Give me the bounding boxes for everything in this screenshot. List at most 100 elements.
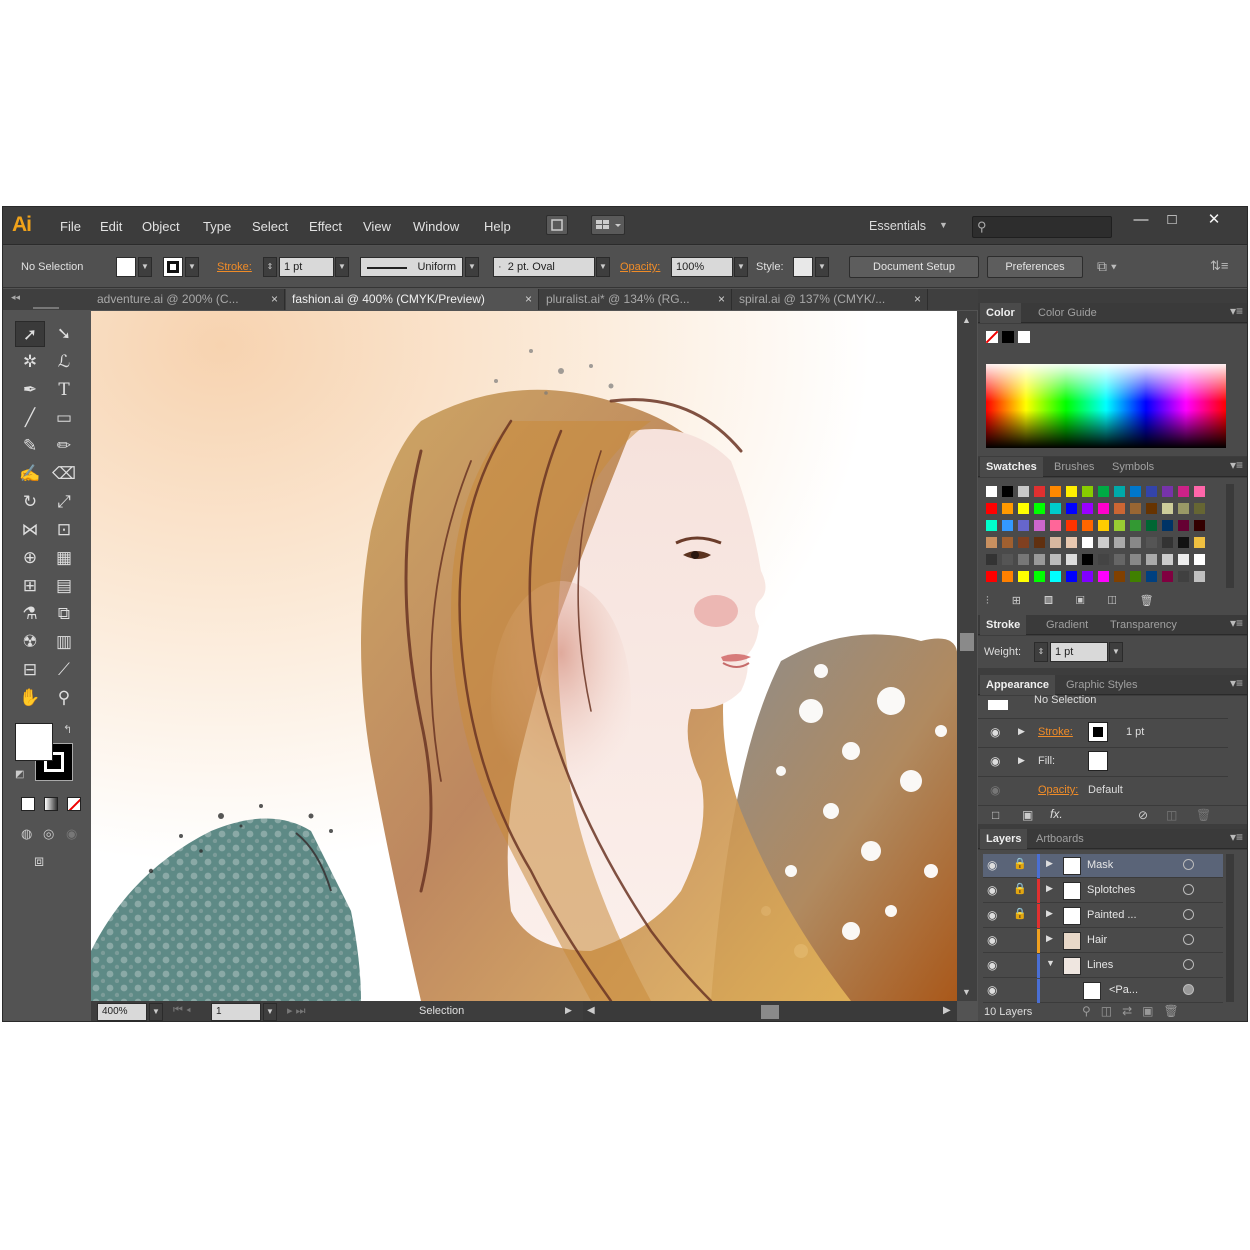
slice-tool-icon[interactable]: ⟋ — [49, 657, 79, 683]
symbol-sprayer-tool-icon[interactable]: ☢ — [15, 629, 45, 655]
brush-definition[interactable]: · 2 pt. Oval — [493, 257, 595, 277]
color-swatch[interactable] — [1018, 520, 1029, 531]
direct-selection-tool-icon[interactable]: ➘ — [49, 321, 79, 347]
clear-appearance-icon[interactable]: ⊘ — [1138, 808, 1148, 822]
layer-row-lines[interactable]: ◉ ▼ Lines — [983, 954, 1223, 978]
layer-name[interactable]: Mask — [1087, 859, 1113, 871]
next-artboard-icon[interactable]: ▸ ⏭ — [287, 1004, 305, 1018]
expand-triangle-icon[interactable]: ▶ — [1018, 726, 1025, 737]
color-swatch[interactable] — [1098, 503, 1109, 514]
color-swatch[interactable] — [1066, 520, 1077, 531]
eraser-tool-icon[interactable]: ⌫ — [49, 461, 79, 487]
color-swatch[interactable] — [1002, 537, 1013, 548]
align-icon[interactable]: ⧉ ▾ — [1097, 258, 1117, 275]
swatch-actions-icon[interactable]: ⫶ ⊞ ▤ ▣ ◫ 🗑 — [986, 594, 1164, 608]
color-swatch[interactable] — [1130, 571, 1141, 582]
menu-view[interactable]: View — [363, 219, 391, 234]
color-swatch[interactable] — [1178, 571, 1189, 582]
expand-triangle-icon[interactable]: ▶ — [1046, 858, 1053, 869]
target-circle-icon[interactable] — [1183, 859, 1194, 870]
color-swatch[interactable] — [1082, 520, 1093, 531]
graphic-style-swatch[interactable] — [793, 257, 813, 277]
color-swatch[interactable] — [1082, 554, 1093, 565]
color-swatch[interactable] — [1098, 520, 1109, 531]
tab-gradient[interactable]: Gradient — [1040, 615, 1094, 635]
color-swatch[interactable] — [1098, 486, 1109, 497]
visibility-eye-icon[interactable]: ◉ — [987, 858, 997, 872]
tab-spiral[interactable]: spiral.ai @ 137% (CMYK/... × — [733, 289, 928, 310]
weight-stepper[interactable]: ⇕ — [1034, 642, 1048, 662]
color-spectrum[interactable] — [986, 364, 1226, 448]
menu-file[interactable]: File — [60, 219, 81, 234]
artboard-dropdown[interactable]: ▼ — [263, 1003, 277, 1021]
close-icon[interactable]: × — [525, 289, 532, 309]
profile-dropdown[interactable]: ▼ — [465, 257, 479, 277]
panel-menu-icon[interactable]: ⇅≡ — [1210, 258, 1228, 274]
color-swatch[interactable] — [1066, 571, 1077, 582]
color-swatch[interactable] — [1146, 571, 1157, 582]
color-swatch[interactable] — [1194, 503, 1205, 514]
arrange-documents-icon[interactable] — [591, 215, 625, 235]
color-swatch[interactable] — [1114, 571, 1125, 582]
color-swatch[interactable] — [1130, 520, 1141, 531]
color-swatch[interactable] — [1066, 486, 1077, 497]
target-circle-icon[interactable] — [1183, 934, 1194, 945]
color-swatch[interactable] — [1194, 486, 1205, 497]
artboard-tool-icon[interactable]: ⊟ — [15, 657, 45, 683]
tab-appearance[interactable]: Appearance — [980, 675, 1055, 695]
blob-brush-tool-icon[interactable]: ✍ — [15, 461, 45, 487]
color-swatch[interactable] — [1162, 486, 1173, 497]
perspective-grid-tool-icon[interactable]: ▦ — [49, 545, 79, 571]
target-circle-icon[interactable] — [1183, 984, 1194, 995]
fill-color-box[interactable] — [15, 723, 53, 761]
tab-fashion[interactable]: fashion.ai @ 400% (CMYK/Preview) × — [286, 289, 539, 310]
tab-color-guide[interactable]: Color Guide — [1032, 303, 1103, 323]
visibility-eye-icon[interactable]: ◉ — [987, 958, 997, 972]
color-swatch[interactable] — [986, 537, 997, 548]
layer-row-path[interactable]: ◉ <Pa... — [983, 979, 1223, 1003]
stroke-swatch[interactable] — [163, 257, 183, 277]
color-swatch[interactable] — [986, 503, 997, 514]
color-swatch[interactable] — [1002, 486, 1013, 497]
draw-behind-icon[interactable]: ◎ — [43, 826, 54, 842]
appearance-fill-swatch[interactable] — [1088, 751, 1108, 771]
menu-object[interactable]: Object — [142, 219, 180, 234]
color-swatch[interactable] — [1018, 554, 1029, 565]
color-swatch[interactable] — [1066, 554, 1077, 565]
color-swatch[interactable] — [1146, 486, 1157, 497]
appearance-opacity-label[interactable]: Opacity: — [1038, 784, 1078, 796]
visibility-eye-icon[interactable]: ◉ — [990, 754, 1000, 768]
menu-help[interactable]: Help — [484, 219, 511, 234]
color-swatch[interactable] — [986, 520, 997, 531]
stroke-label[interactable]: Stroke: — [217, 261, 252, 273]
layer-row-painted[interactable]: ◉ 🔒 ▶ Painted ... — [983, 904, 1223, 928]
color-swatch[interactable] — [1034, 520, 1045, 531]
add-fill-icon[interactable]: ▣ — [1022, 808, 1033, 822]
screen-mode-icon[interactable]: ⧈ — [34, 853, 44, 871]
color-swatch[interactable] — [1034, 486, 1045, 497]
color-swatch[interactable] — [1194, 537, 1205, 548]
maximize-button[interactable]: □ — [1157, 209, 1187, 231]
bridge-icon[interactable] — [546, 215, 568, 235]
visibility-eye-icon[interactable]: ◉ — [990, 725, 1000, 739]
color-swatch[interactable] — [1162, 554, 1173, 565]
color-swatch[interactable] — [1178, 554, 1189, 565]
layer-actions-icon[interactable]: ⚲◫⇄▣🗑 — [1082, 1004, 1189, 1018]
color-swatch[interactable] — [1178, 520, 1189, 531]
layer-row-hair[interactable]: ◉ ▶ Hair — [983, 929, 1223, 953]
search-input[interactable]: ⚲ — [972, 216, 1112, 238]
visibility-eye-icon[interactable]: ◉ — [990, 783, 1000, 797]
stroke-dropdown[interactable]: ▼ — [185, 257, 199, 277]
preferences-button[interactable]: Preferences — [987, 256, 1083, 278]
color-swatch[interactable] — [1082, 537, 1093, 548]
color-swatch[interactable] — [1050, 503, 1061, 514]
close-icon[interactable]: × — [718, 289, 725, 309]
color-swatch[interactable] — [1002, 571, 1013, 582]
first-artboard-icon[interactable]: ⏮ ◂ — [173, 1004, 191, 1017]
workspace-switcher[interactable]: Essentials — [869, 219, 926, 233]
color-swatch[interactable] — [1178, 503, 1189, 514]
chevron-down-icon[interactable]: ▼ — [939, 220, 948, 230]
menu-select[interactable]: Select — [252, 219, 288, 234]
expand-triangle-icon[interactable]: ▶ — [1018, 755, 1025, 766]
panel-menu-icon[interactable]: ▾≡ — [1230, 304, 1243, 318]
